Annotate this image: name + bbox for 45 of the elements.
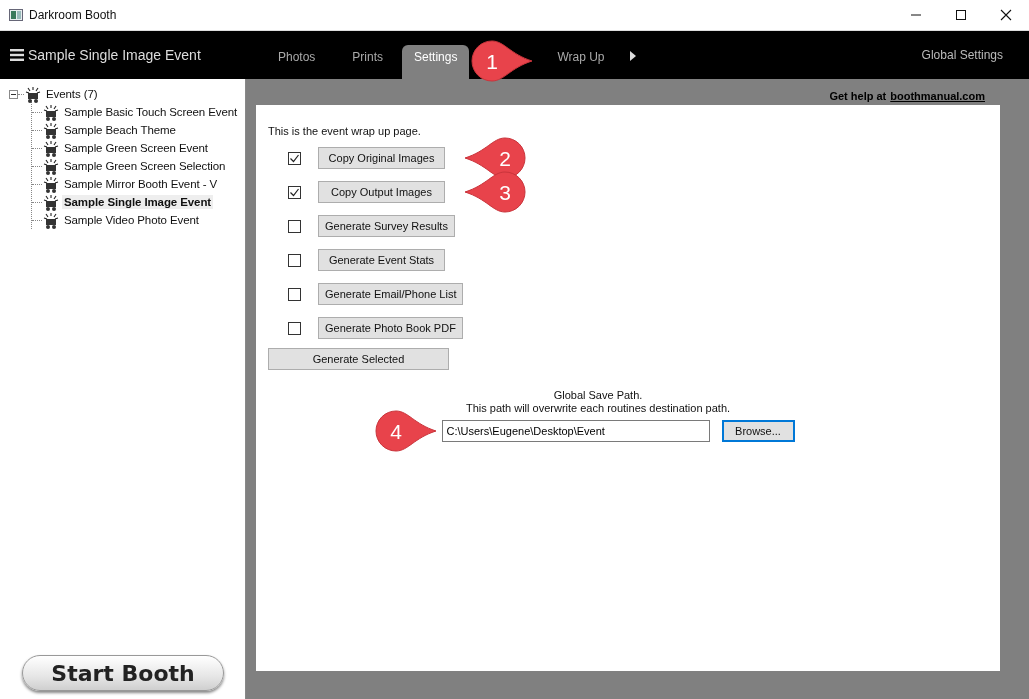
event-title: Sample Single Image Event: [28, 47, 201, 63]
checkbox[interactable]: [288, 287, 301, 301]
action-button[interactable]: Copy Original Images: [318, 147, 445, 169]
checkbox[interactable]: [288, 151, 301, 165]
save-path-title: Global Save Path.: [553, 389, 643, 402]
action-button[interactable]: Generate Email/Phone List: [318, 283, 464, 305]
browse-button[interactable]: Browse...: [721, 420, 795, 442]
action-button[interactable]: Generate Survey Results: [318, 215, 455, 237]
collapse-icon[interactable]: [9, 89, 18, 99]
tab[interactable]: Photos: [260, 45, 334, 79]
checkbox[interactable]: [288, 253, 301, 267]
help-link[interactable]: boothmanual.com: [890, 90, 985, 102]
tree-item[interactable]: Sample Basic Touch Screen Event: [62, 105, 240, 119]
save-path-note: This path will overwrite each routines destination path.: [465, 402, 731, 415]
callout-badge: 4: [373, 408, 438, 454]
action-button[interactable]: Generate Event Stats: [318, 249, 445, 271]
next-arrow-icon[interactable]: [629, 51, 636, 61]
tree-item[interactable]: Sample Green Screen Event: [62, 141, 210, 155]
start-booth-button[interactable]: Start Booth: [22, 655, 224, 691]
app-icon: [9, 9, 23, 21]
menu-icon[interactable]: [10, 49, 24, 61]
close-icon[interactable]: [1000, 9, 1012, 21]
tab[interactable]: Wrap Up: [539, 45, 623, 79]
tab[interactable]: Prints: [334, 45, 402, 79]
window-title: Darkroom Booth: [29, 8, 117, 22]
maximize-icon[interactable]: [955, 9, 967, 21]
tree-item[interactable]: Sample Green Screen Selection: [62, 159, 228, 173]
callout-badge: 1: [470, 38, 535, 84]
tree-item[interactable]: Sample Beach Theme: [62, 123, 178, 137]
path-field[interactable]: C:\Users\Eugene\Desktop\Event: [441, 420, 710, 442]
tree-item[interactable]: Events (7): [44, 87, 100, 101]
checkbox[interactable]: [288, 219, 301, 233]
generate-selected-button[interactable]: Generate Selected: [268, 348, 449, 370]
intro-text: This is the event wrap up page.: [268, 125, 422, 137]
action-button[interactable]: Copy Output Images: [318, 181, 445, 203]
tree-item[interactable]: Sample Single Image Event: [62, 195, 214, 209]
tree-item[interactable]: Sample Video Photo Event: [62, 213, 201, 227]
tree-item[interactable]: Sample Mirror Booth Event - V: [62, 177, 220, 191]
checkbox[interactable]: [288, 321, 301, 335]
tab[interactable]: Settings: [402, 45, 470, 79]
global-settings-link[interactable]: Global Settings: [915, 47, 1009, 63]
callout-badge: 3: [463, 169, 527, 215]
action-button[interactable]: Generate Photo Book PDF: [318, 317, 463, 339]
checkbox[interactable]: [288, 185, 301, 199]
help-label: Get help at: [829, 90, 887, 102]
